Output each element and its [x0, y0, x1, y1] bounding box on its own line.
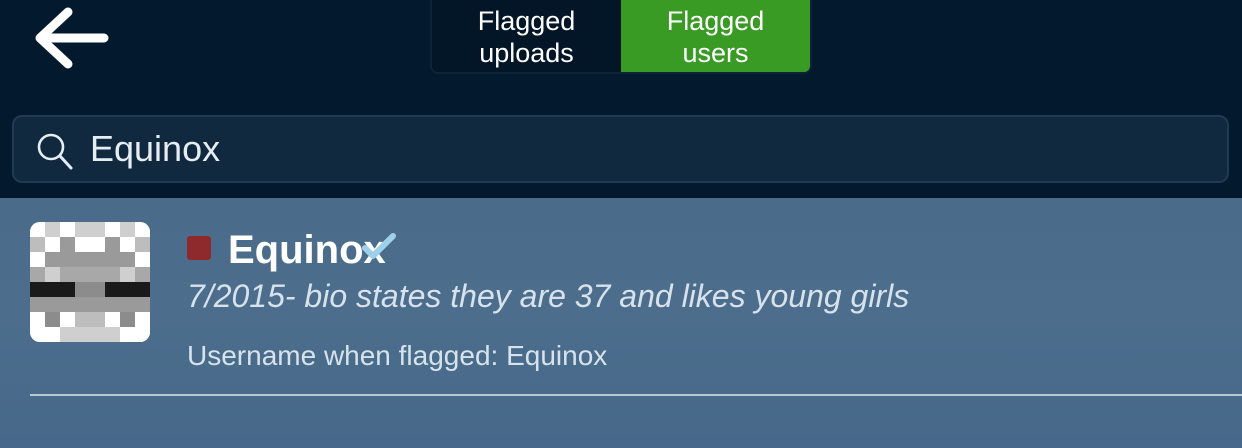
- back-button[interactable]: [28, 2, 114, 72]
- status-indicator: [187, 236, 211, 260]
- flagged-username-label: Username when flagged:: [187, 340, 499, 371]
- pixel-avatar-icon: [30, 222, 150, 342]
- tab-flagged-uploads[interactable]: Flagged uploads: [432, 0, 621, 72]
- row-divider: [30, 394, 1242, 396]
- flagged-users-list: Equinox 7/2015- bio states they are 37 a…: [0, 198, 1242, 448]
- back-arrow-icon: [35, 7, 109, 69]
- verified-check-icon: [362, 233, 396, 259]
- flag-note: 7/2015- bio states they are 37 and likes…: [187, 278, 910, 314]
- tab-flagged-uploads-line1: Flagged: [477, 6, 576, 36]
- avatar: [30, 222, 150, 342]
- tab-flagged-users[interactable]: Flagged users: [621, 0, 810, 72]
- flagged-username-line: Username when flagged: Equinox: [187, 338, 607, 374]
- top-bar: Flagged uploads Flagged users: [0, 0, 1242, 198]
- search-input[interactable]: [90, 125, 1190, 173]
- search-icon: [37, 133, 73, 170]
- flagged-segmented-control: Flagged uploads Flagged users: [430, 0, 812, 74]
- tab-flagged-users-line2: users: [682, 38, 749, 68]
- tab-flagged-uploads-line2: uploads: [479, 38, 574, 68]
- tab-flagged-users-line1: Flagged: [666, 6, 765, 36]
- search-bar: [12, 115, 1229, 183]
- list-item[interactable]: Equinox 7/2015- bio states they are 37 a…: [0, 198, 1242, 396]
- flagged-username-value: Equinox: [506, 340, 608, 371]
